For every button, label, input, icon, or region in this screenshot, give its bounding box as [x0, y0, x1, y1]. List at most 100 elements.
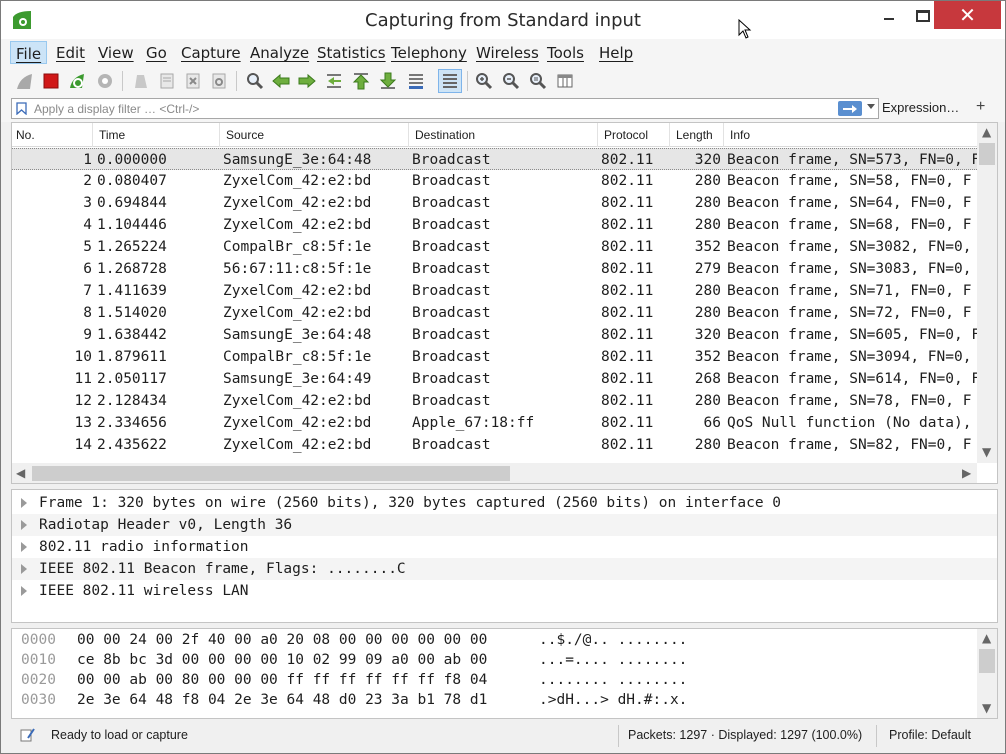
details-row-radiotap[interactable]: Radiotap Header v0, Length 36 [12, 514, 997, 536]
bytes-ascii[interactable]: ...=.... ........ [539, 652, 687, 668]
bytes-row[interactable]: 0000 00 00 24 00 2f 40 00 a0 20 08 00 00… [12, 630, 977, 650]
go-last-button[interactable] [376, 69, 400, 93]
stop-capture-button[interactable] [39, 69, 63, 93]
bytes-ascii[interactable]: ........ ........ [539, 672, 687, 688]
go-first-button[interactable] [349, 69, 373, 93]
column-divider[interactable] [92, 123, 93, 147]
column-header-destination[interactable]: Destination [415, 128, 475, 142]
close-button[interactable]: ✕ [934, 1, 1001, 29]
packet-row[interactable]: 3 0.694844 ZyxelCom_42:e2:bd Broadcast 802.1… [12, 192, 977, 214]
packet-row[interactable]: 6 1.268728 56:67:11:c8:5f:1e Broadcast 802.1… [12, 258, 977, 280]
scroll-up-icon[interactable]: ▲ [982, 125, 991, 139]
column-header-info[interactable]: Info [730, 128, 750, 142]
find-packet-button[interactable] [243, 69, 267, 93]
zoom-in-button[interactable] [472, 69, 496, 93]
go-to-packet-button[interactable] [322, 69, 346, 93]
add-filter-button[interactable]: + [976, 98, 985, 116]
scroll-down-icon[interactable]: ▼ [982, 445, 991, 459]
scroll-down-icon[interactable]: ▼ [982, 701, 991, 715]
menu-edit[interactable]: Edit [51, 41, 90, 64]
packet-row[interactable]: 2 0.080407 ZyxelCom_42:e2:bd Broadcast 802.1… [12, 170, 977, 192]
menu-help[interactable]: Help [594, 41, 638, 64]
close-file-button[interactable] [181, 69, 205, 93]
reload-file-button[interactable] [207, 69, 231, 93]
column-header-protocol[interactable]: Protocol [604, 128, 648, 142]
column-header-source[interactable]: Source [226, 128, 264, 142]
scroll-right-icon[interactable]: ▶ [962, 466, 971, 480]
open-file-button[interactable] [129, 69, 153, 93]
expert-info-icon[interactable] [19, 727, 35, 743]
apply-filter-button[interactable] [838, 101, 862, 116]
bytes-vertical-scrollbar[interactable]: ▲ ▼ [977, 629, 997, 718]
zoom-out-button[interactable] [499, 69, 523, 93]
column-divider[interactable] [597, 123, 598, 147]
start-capture-button[interactable] [13, 69, 37, 93]
bytes-row[interactable]: 0010 ce 8b bc 3d 00 00 00 00 10 02 99 09… [12, 650, 977, 670]
expand-arrow-icon[interactable] [21, 498, 27, 508]
expand-arrow-icon[interactable] [21, 520, 27, 530]
menu-statistics[interactable]: Statistics [312, 41, 391, 64]
packet-row[interactable]: 9 1.638442 SamsungE_3e:64:48 Broadcast 802.1… [12, 324, 980, 346]
column-header-no[interactable]: No. [16, 128, 35, 142]
column-divider[interactable] [219, 123, 220, 147]
menu-wireless[interactable]: Wireless [471, 41, 544, 64]
bytes-hex[interactable]: 00 00 ab 00 80 00 00 00 ff ff ff ff ff f… [77, 672, 487, 688]
chevron-down-icon[interactable] [867, 104, 875, 109]
colorize-button[interactable] [438, 69, 462, 93]
restart-capture-button[interactable] [65, 69, 89, 93]
packet-row[interactable]: 10 1.879611 CompalBr_c8:5f:1e Broadcast 802.… [12, 346, 977, 368]
expand-arrow-icon[interactable] [21, 542, 27, 552]
bytes-hex[interactable]: 00 00 24 00 2f 40 00 a0 20 08 00 00 00 0… [77, 632, 487, 648]
bytes-hex[interactable]: ce 8b bc 3d 00 00 00 00 10 02 99 09 a0 0… [77, 652, 487, 668]
packet-row[interactable]: 4 1.104446 ZyxelCom_42:e2:bd Broadcast 802.1… [12, 214, 977, 236]
menu-view[interactable]: View [93, 41, 139, 64]
bytes-ascii[interactable]: .>dH...> dH.#:.x. [539, 692, 687, 708]
menu-file[interactable]: File [10, 41, 48, 64]
save-file-button[interactable] [155, 69, 179, 93]
menu-go[interactable]: Go [141, 41, 172, 64]
details-row-wireless-lan[interactable]: IEEE 802.11 wireless LAN [12, 580, 997, 602]
packet-row[interactable]: 7 1.411639 ZyxelCom_42:e2:bd Broadcast 802.1… [12, 280, 977, 302]
bytes-row[interactable]: 0020 00 00 ab 00 80 00 00 00 ff ff ff ff… [12, 670, 977, 690]
expand-arrow-icon[interactable] [21, 564, 27, 574]
bytes-ascii[interactable]: ..$./@.. ........ [539, 632, 687, 648]
packet-list-horizontal-scrollbar[interactable]: ◀ ▶ [12, 463, 977, 483]
menu-telephony[interactable]: Telephony [386, 41, 472, 64]
scrollbar-thumb[interactable] [979, 143, 995, 165]
details-row-radio-info[interactable]: 802.11 radio information [12, 536, 997, 558]
menu-capture[interactable]: Capture [176, 41, 246, 64]
scroll-left-icon[interactable]: ◀ [16, 466, 25, 480]
details-row-frame[interactable]: Frame 1: 320 bytes on wire (2560 bits), … [12, 492, 997, 514]
column-divider[interactable] [408, 123, 409, 147]
packet-list-vertical-scrollbar[interactable]: ▲ ▼ [977, 123, 997, 463]
bytes-row[interactable]: 0030 2e 3e 64 48 f8 04 2e 3e 64 48 d0 23… [12, 690, 977, 710]
bookmark-icon[interactable] [16, 102, 27, 115]
display-filter-input[interactable]: Apply a display filter … <Ctrl-/> [11, 98, 879, 119]
column-header-time[interactable]: Time [99, 128, 125, 142]
column-header-length[interactable]: Length [676, 128, 713, 142]
packet-row[interactable]: 14 2.435622 ZyxelCom_42:e2:bd Broadcast 802.… [12, 434, 977, 456]
scroll-up-icon[interactable]: ▲ [982, 631, 991, 645]
packet-row[interactable]: 11 2.050117 SamsungE_3e:64:49 Broadcast 802.… [12, 368, 981, 390]
expression-button[interactable]: Expression… [882, 100, 959, 115]
scrollbar-thumb[interactable] [32, 466, 510, 481]
resize-columns-button[interactable] [553, 69, 577, 93]
bytes-hex[interactable]: 2e 3e 64 48 f8 04 2e 3e 64 48 d0 23 3a b… [77, 692, 487, 708]
profile-selector[interactable]: Profile: Default [889, 728, 971, 742]
menu-tools[interactable]: Tools [542, 41, 589, 64]
capture-options-button[interactable] [93, 69, 117, 93]
details-row-beacon-frame[interactable]: IEEE 802.11 Beacon frame, Flags: .......… [12, 558, 997, 580]
packet-row[interactable]: 12 2.128434 ZyxelCom_42:e2:bd Broadcast 802.… [12, 390, 977, 412]
zoom-normal-button[interactable] [526, 69, 550, 93]
scrollbar-thumb[interactable] [979, 649, 995, 673]
column-divider[interactable] [669, 123, 670, 147]
expand-arrow-icon[interactable] [21, 586, 27, 596]
packet-row[interactable]: 13 2.334656 ZyxelCom_42:e2:bd Apple_67:18:f… [12, 412, 977, 434]
packet-row[interactable]: 5 1.265224 CompalBr_c8:5f:1e Broadcast 802.1… [12, 236, 977, 258]
column-divider[interactable] [723, 123, 724, 147]
go-back-button[interactable] [269, 69, 293, 93]
go-forward-button[interactable] [295, 69, 319, 93]
menu-analyze[interactable]: Analyze [245, 41, 314, 64]
autoscroll-button[interactable] [404, 69, 428, 93]
packet-row[interactable]: 8 1.514020 ZyxelCom_42:e2:bd Broadcast 802.1… [12, 302, 977, 324]
